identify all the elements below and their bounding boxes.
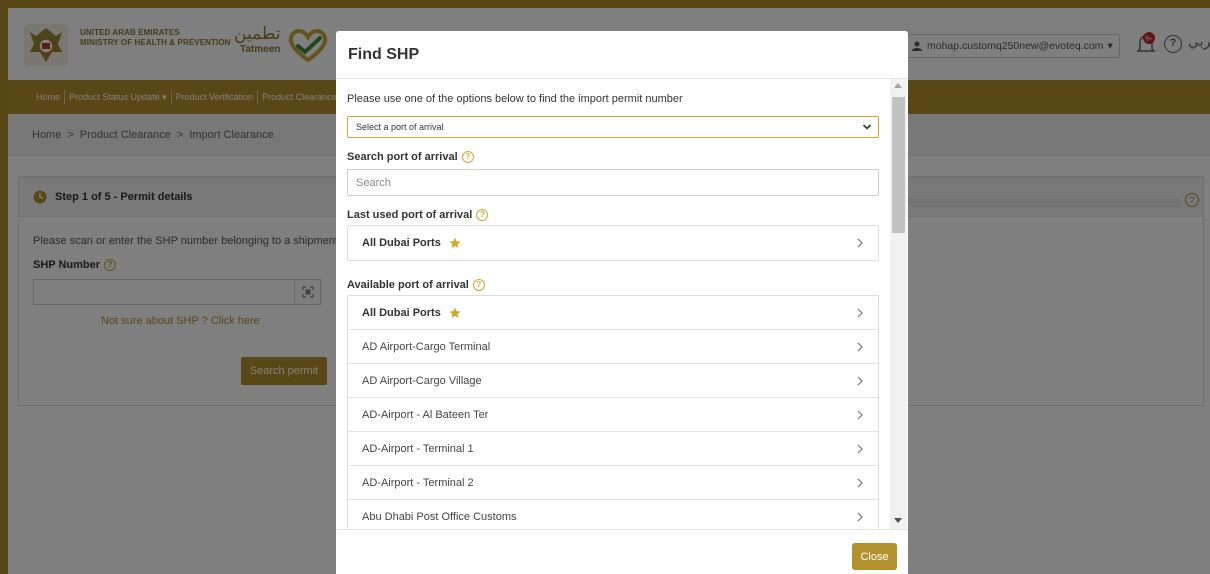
last-used-label-text: Last used port of arrival [347, 209, 473, 221]
find-shp-modal: Find SHP Please use one of the options b… [336, 31, 908, 574]
list-item[interactable]: AD Airport-Cargo Terminal [348, 330, 878, 364]
port-name-wrap: All Dubai Ports [362, 307, 461, 319]
port-name: All Dubai Ports [362, 306, 441, 319]
chevron-right-icon [857, 342, 863, 351]
modal-footer: Close [336, 529, 908, 574]
scroll-down-arrow-icon[interactable] [894, 518, 902, 523]
chevron-right-icon [857, 512, 863, 522]
modal-content: Please use one of the options below to f… [347, 79, 879, 529]
list-item[interactable]: All Dubai Ports [348, 296, 878, 330]
port-name: AD-Airport - Terminal 2 [362, 476, 474, 489]
modal-title: Find SHP [348, 45, 420, 63]
list-item[interactable]: Abu Dhabi Post Office Customs [348, 500, 878, 529]
chevron-right-icon [857, 308, 863, 317]
scroll-thumb[interactable] [892, 97, 905, 233]
port-name: Abu Dhabi Post Office Customs [362, 511, 517, 523]
star-icon [449, 237, 461, 248]
scroll-up-arrow-icon[interactable] [894, 83, 902, 88]
search-port-label-text: Search port of arrival [347, 151, 458, 163]
port-name: AD Airport-Cargo Terminal [362, 340, 491, 353]
question-icon[interactable]: ? [476, 209, 489, 221]
modal-instruction: Please use one of the options below to f… [347, 93, 683, 105]
list-item[interactable]: All Dubai Ports [348, 226, 878, 260]
chevron-right-icon [857, 478, 863, 487]
star-icon [449, 307, 461, 318]
chevron-right-icon [857, 238, 863, 248]
chevron-right-icon [857, 376, 863, 385]
modal-body: Please use one of the options below to f… [336, 79, 908, 529]
close-button[interactable]: Close [852, 543, 897, 570]
port-name: AD-Airport - Al Bateen Ter [362, 408, 489, 421]
port-name: AD-Airport - Terminal 1 [362, 442, 474, 455]
available-port-list: All Dubai Ports AD Airport-Cargo Termina… [347, 295, 879, 529]
port-of-arrival-select[interactable]: Select a port of arrival [347, 116, 879, 138]
available-label-text: Available port of arrival [347, 279, 469, 291]
chevron-right-icon [857, 410, 863, 419]
modal-header: Find SHP [336, 31, 908, 79]
search-port-label: Search port of arrival ? [347, 151, 879, 163]
port-name: All Dubai Ports [362, 237, 441, 249]
last-used-port-label: Last used port of arrival ? [347, 209, 879, 221]
list-item[interactable]: AD Airport-Cargo Village [348, 364, 878, 398]
chevron-down-icon [862, 124, 872, 130]
port-name: AD Airport-Cargo Village [362, 374, 482, 387]
question-icon[interactable]: ? [461, 151, 474, 163]
list-item[interactable]: AD-Airport - Terminal 2 [348, 466, 878, 500]
available-port-label: Available port of arrival ? [347, 279, 879, 291]
port-name-wrap: All Dubai Ports [362, 237, 461, 249]
list-item[interactable]: AD-Airport - Al Bateen Ter [348, 398, 878, 432]
last-used-port-list: All Dubai Ports [347, 225, 879, 261]
chevron-right-icon [857, 444, 863, 453]
modal-scrollbar[interactable] [890, 79, 907, 529]
list-item[interactable]: AD-Airport - Terminal 1 [348, 432, 878, 466]
search-port-input[interactable] [347, 169, 879, 196]
port-select-value: Select a port of arrival [356, 122, 444, 132]
question-icon[interactable]: ? [472, 279, 485, 291]
